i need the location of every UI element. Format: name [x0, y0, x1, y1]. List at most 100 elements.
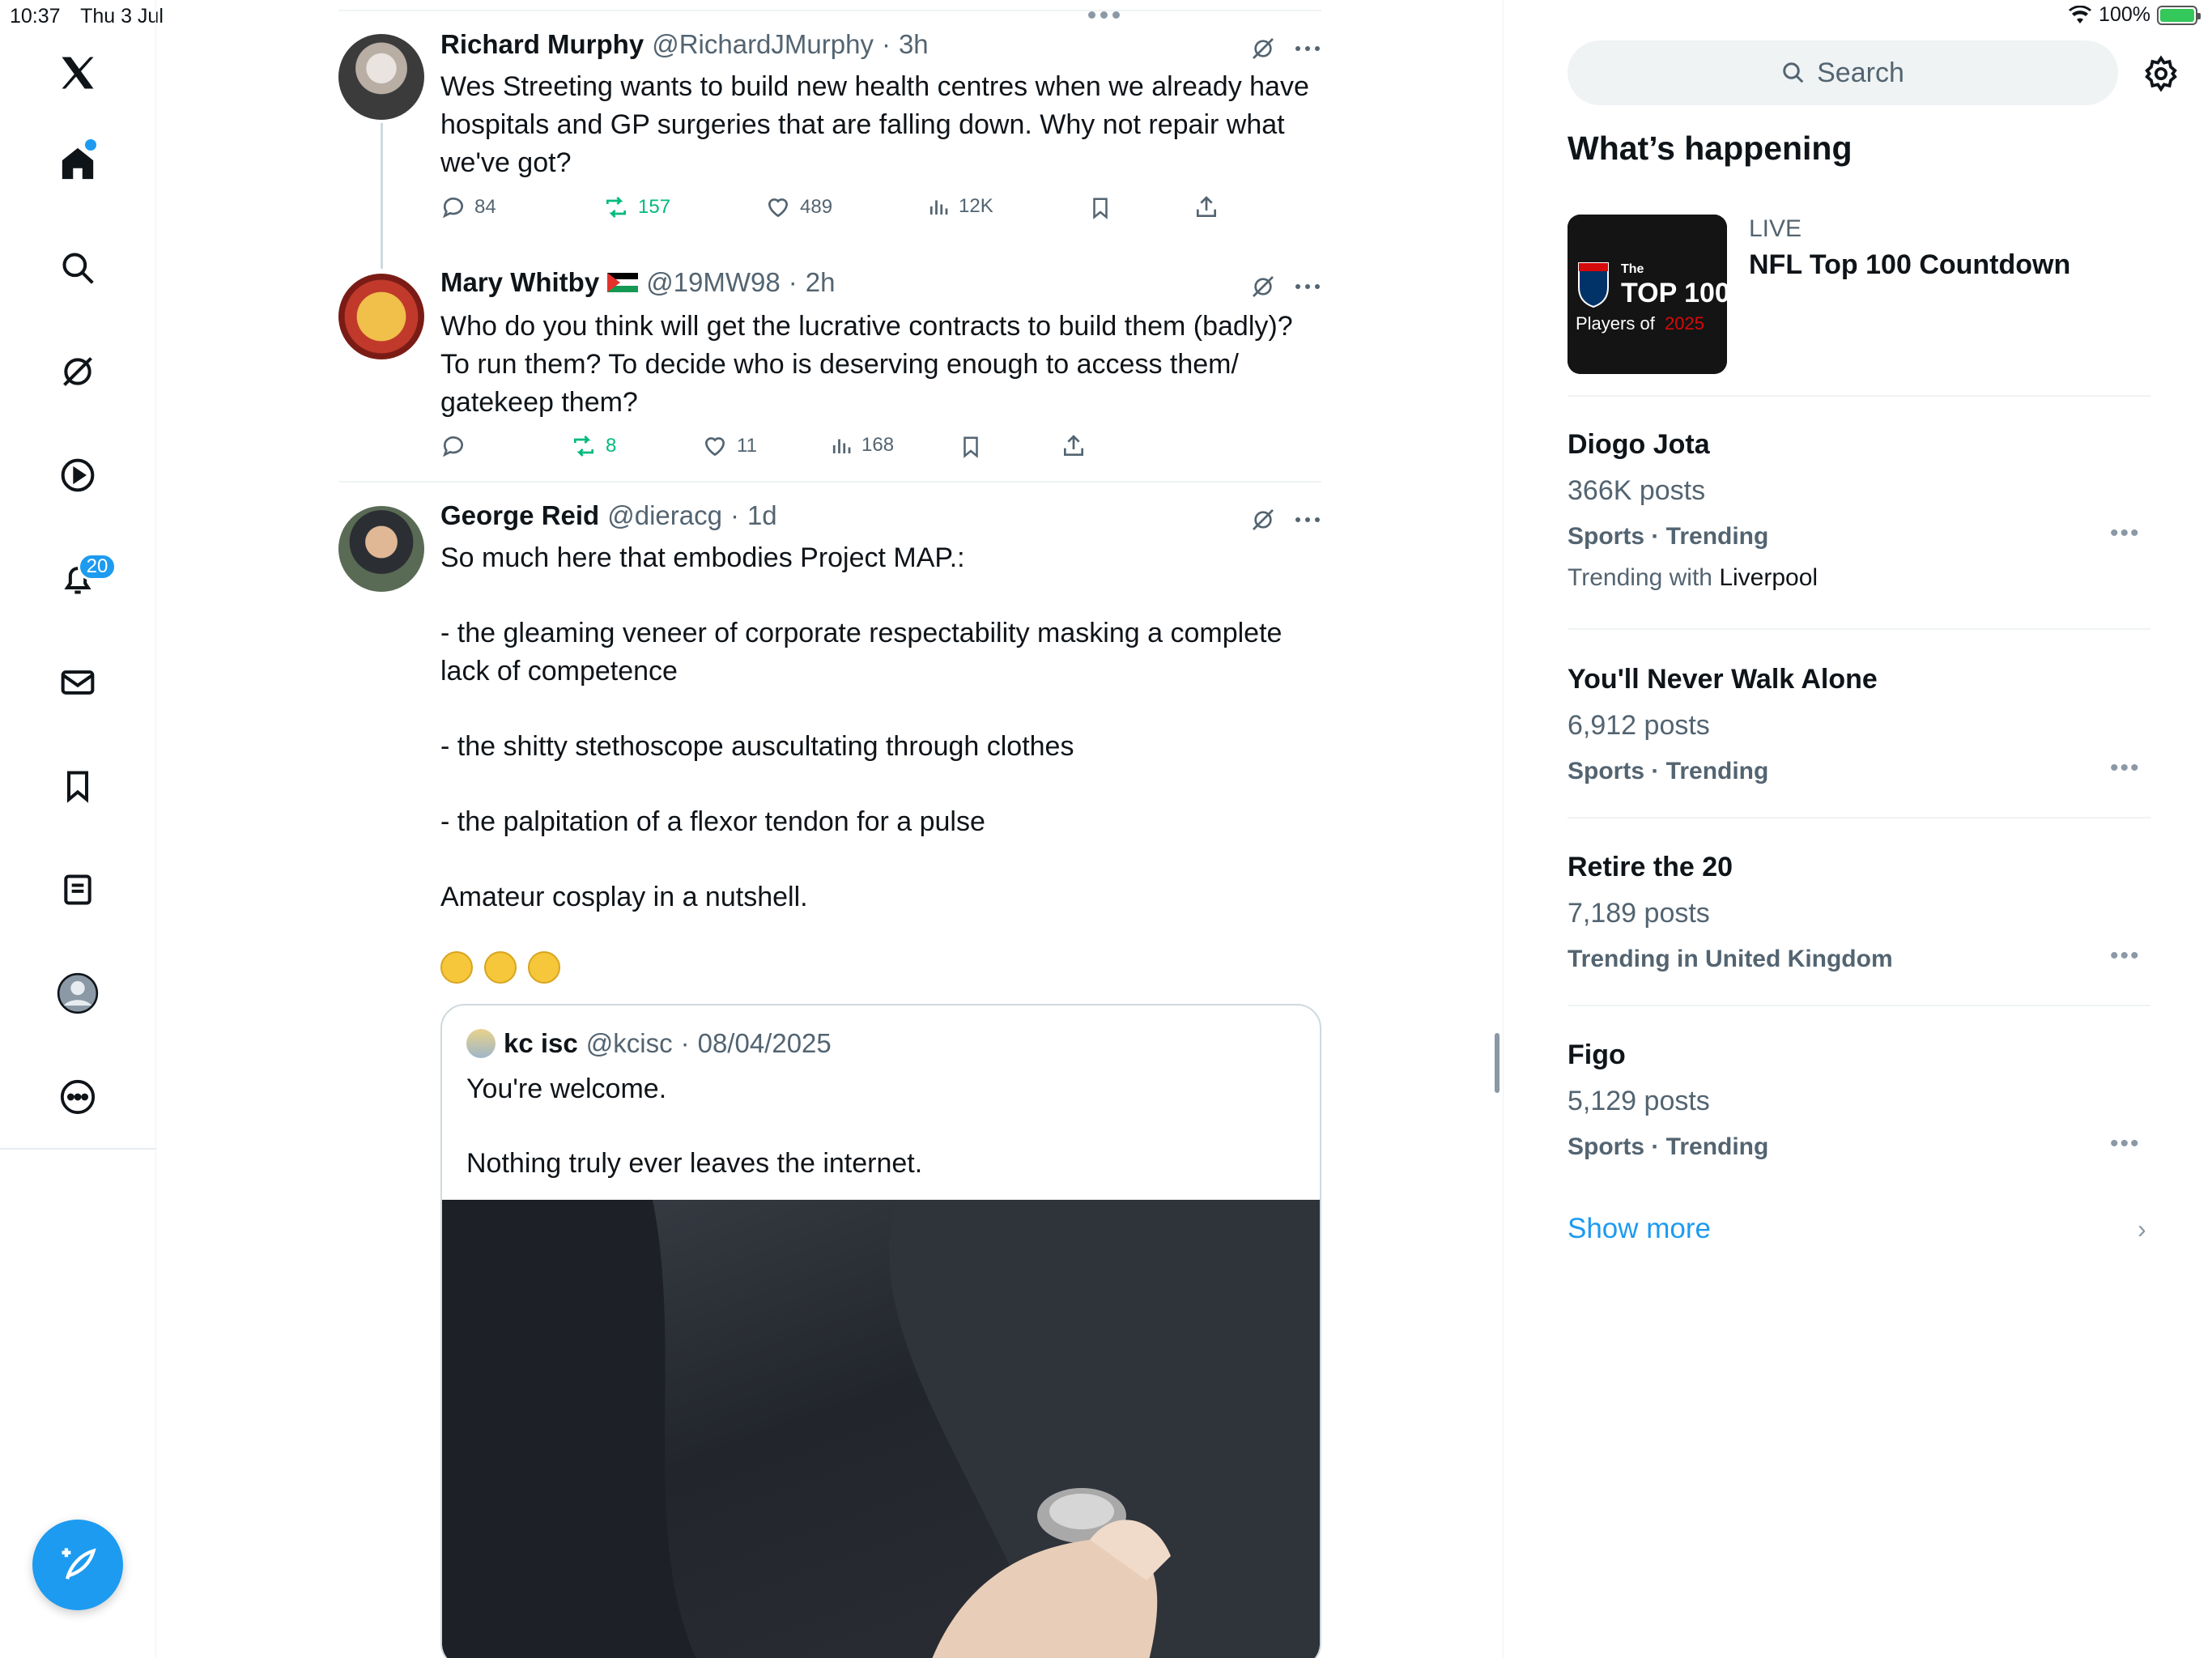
quote-date: 08/04/2025 [697, 1028, 832, 1058]
avatar[interactable] [338, 34, 424, 120]
thumb-top100: TOP 100 [1621, 278, 1727, 308]
heart-icon [704, 437, 725, 457]
author-handle[interactable]: @dieracg [607, 500, 722, 531]
reply-button[interactable]: 84 [440, 194, 496, 220]
trend-count: 6,912 posts [1568, 710, 1710, 741]
share-icon [1064, 435, 1083, 456]
post-time[interactable]: 3h [899, 29, 929, 60]
trend-divider [1568, 628, 2150, 630]
trend-divider [1568, 1005, 2150, 1006]
author-handle[interactable]: @19MW98 [646, 267, 781, 298]
battery-percent: 100% [2099, 3, 2150, 26]
trend-count: 5,129 posts [1568, 1086, 1710, 1116]
trend-count: 7,189 posts [1568, 898, 1710, 929]
live-event-thumbnail[interactable]: The TOP 100 Players of 2025 [1568, 215, 1727, 374]
author-handle[interactable]: @RichardJMurphy [652, 29, 874, 60]
thumb-the: The [1621, 262, 1644, 276]
avatar[interactable] [338, 506, 424, 592]
trend-title[interactable]: Figo [1568, 1039, 1626, 1071]
post-time[interactable]: 1d [747, 500, 777, 531]
pane-divider [1503, 0, 1504, 1658]
share-button[interactable] [1193, 194, 1219, 220]
author-name[interactable]: Richard Murphy [440, 29, 644, 60]
post-time[interactable]: 2h [806, 267, 836, 298]
bookmark-button[interactable] [959, 433, 983, 461]
bookmark-button[interactable] [1088, 194, 1112, 222]
trend-more-icon[interactable]: ••• [2110, 755, 2141, 782]
more-options-icon[interactable] [1294, 516, 1321, 524]
like-button[interactable]: 489 [764, 194, 832, 220]
status-bar-right: 100% [2068, 3, 2201, 27]
pane-resize-handle[interactable] [1495, 1033, 1499, 1093]
trend-more-icon[interactable]: ••• [2110, 520, 2141, 547]
quote-video-media[interactable] [442, 1200, 1320, 1658]
trend-more-icon[interactable]: ••• [2110, 942, 2141, 970]
battery-icon [2157, 5, 2201, 25]
repost-button[interactable]: 157 [602, 194, 670, 220]
nav-divider [0, 1148, 156, 1150]
share-button[interactable] [1061, 433, 1087, 459]
quote-author-name: kc isc [504, 1028, 578, 1058]
show-more-link[interactable]: Show more [1568, 1213, 1711, 1245]
trending-with-link[interactable]: Liverpool [1719, 564, 1818, 591]
views-button[interactable]: 12K [926, 194, 993, 219]
video-frame [442, 1200, 1320, 1658]
feed-top-divider [338, 10, 1321, 11]
yawning-face-emoji-icon [440, 951, 473, 984]
trend-category: Sports · Trending [1568, 1133, 1769, 1160]
repost-icon [574, 436, 593, 457]
more-options-icon[interactable] [1294, 283, 1321, 291]
post-actions: 84 157 489 12K [440, 194, 1319, 227]
nav-grok-icon[interactable] [53, 347, 102, 396]
search-input[interactable]: Search [1568, 40, 2118, 105]
author-name[interactable]: George Reid [440, 500, 599, 531]
post-divider [338, 481, 1321, 483]
trend-category: Trending in United Kingdom [1568, 946, 1893, 972]
grok-icon[interactable] [1250, 507, 1276, 533]
quote-avatar [466, 1029, 496, 1058]
quoted-post[interactable]: kc isc @kcisc · 08/04/2025 You're welcom… [440, 1004, 1321, 1658]
author-name[interactable]: Mary Whitby [440, 267, 599, 298]
timeline-feed: Richard Murphy @RichardJMurphy · 3h Wes … [338, 0, 1321, 1658]
settings-gear-icon[interactable] [2142, 55, 2180, 92]
x-logo-icon[interactable] [53, 49, 102, 97]
live-event-title[interactable]: NFL Top 100 Countdown [1749, 249, 2070, 281]
trending-with: Trending with Liverpool [1568, 564, 1819, 591]
nav-profile-avatar[interactable] [53, 969, 102, 1018]
views-count: 12K [959, 195, 993, 217]
repost-button[interactable]: 8 [570, 433, 616, 459]
views-icon [929, 200, 948, 215]
grok-icon[interactable] [1250, 36, 1276, 62]
nav-search-icon[interactable] [53, 244, 102, 292]
whats-happening-title: What’s happening [1568, 130, 1853, 167]
post-text: Wes Streeting wants to build new health … [440, 71, 1309, 178]
trend-count: 366K posts [1568, 475, 1706, 506]
views-button[interactable]: 168 [829, 433, 894, 457]
compose-feather-icon [62, 1548, 96, 1579]
nav-messages-icon[interactable] [53, 658, 102, 707]
home-notification-dot [85, 139, 96, 151]
reply-button[interactable] [440, 433, 474, 459]
trend-title[interactable]: Retire the 20 [1568, 852, 1733, 883]
thumb-players-of: Players of [1576, 313, 1656, 334]
chevron-right-icon[interactable]: › [2138, 1214, 2146, 1244]
more-options-icon[interactable] [1294, 45, 1321, 53]
trend-title[interactable]: Diogo Jota [1568, 429, 1710, 461]
nav-lists-icon[interactable] [53, 865, 102, 914]
yawning-face-emoji-icon [528, 951, 560, 984]
drag-handle[interactable] [1088, 11, 1120, 19]
search-placeholder: Search [1817, 57, 1904, 88]
like-button[interactable]: 11 [701, 433, 757, 459]
nav-more-icon[interactable] [53, 1073, 102, 1121]
trend-more-icon[interactable]: ••• [2110, 1130, 2141, 1158]
nav-video-icon[interactable] [53, 451, 102, 500]
compose-post-button[interactable] [32, 1520, 123, 1610]
grok-icon[interactable] [1250, 274, 1276, 300]
emoji-row [440, 951, 560, 984]
post-text: So much here that embodies Project MAP.:… [440, 542, 1283, 912]
repost-icon [606, 197, 626, 218]
nav-bookmarks-icon[interactable] [53, 762, 102, 810]
views-icon [832, 439, 851, 453]
trend-title[interactable]: You'll Never Walk Alone [1568, 664, 1878, 695]
avatar[interactable] [338, 274, 424, 359]
